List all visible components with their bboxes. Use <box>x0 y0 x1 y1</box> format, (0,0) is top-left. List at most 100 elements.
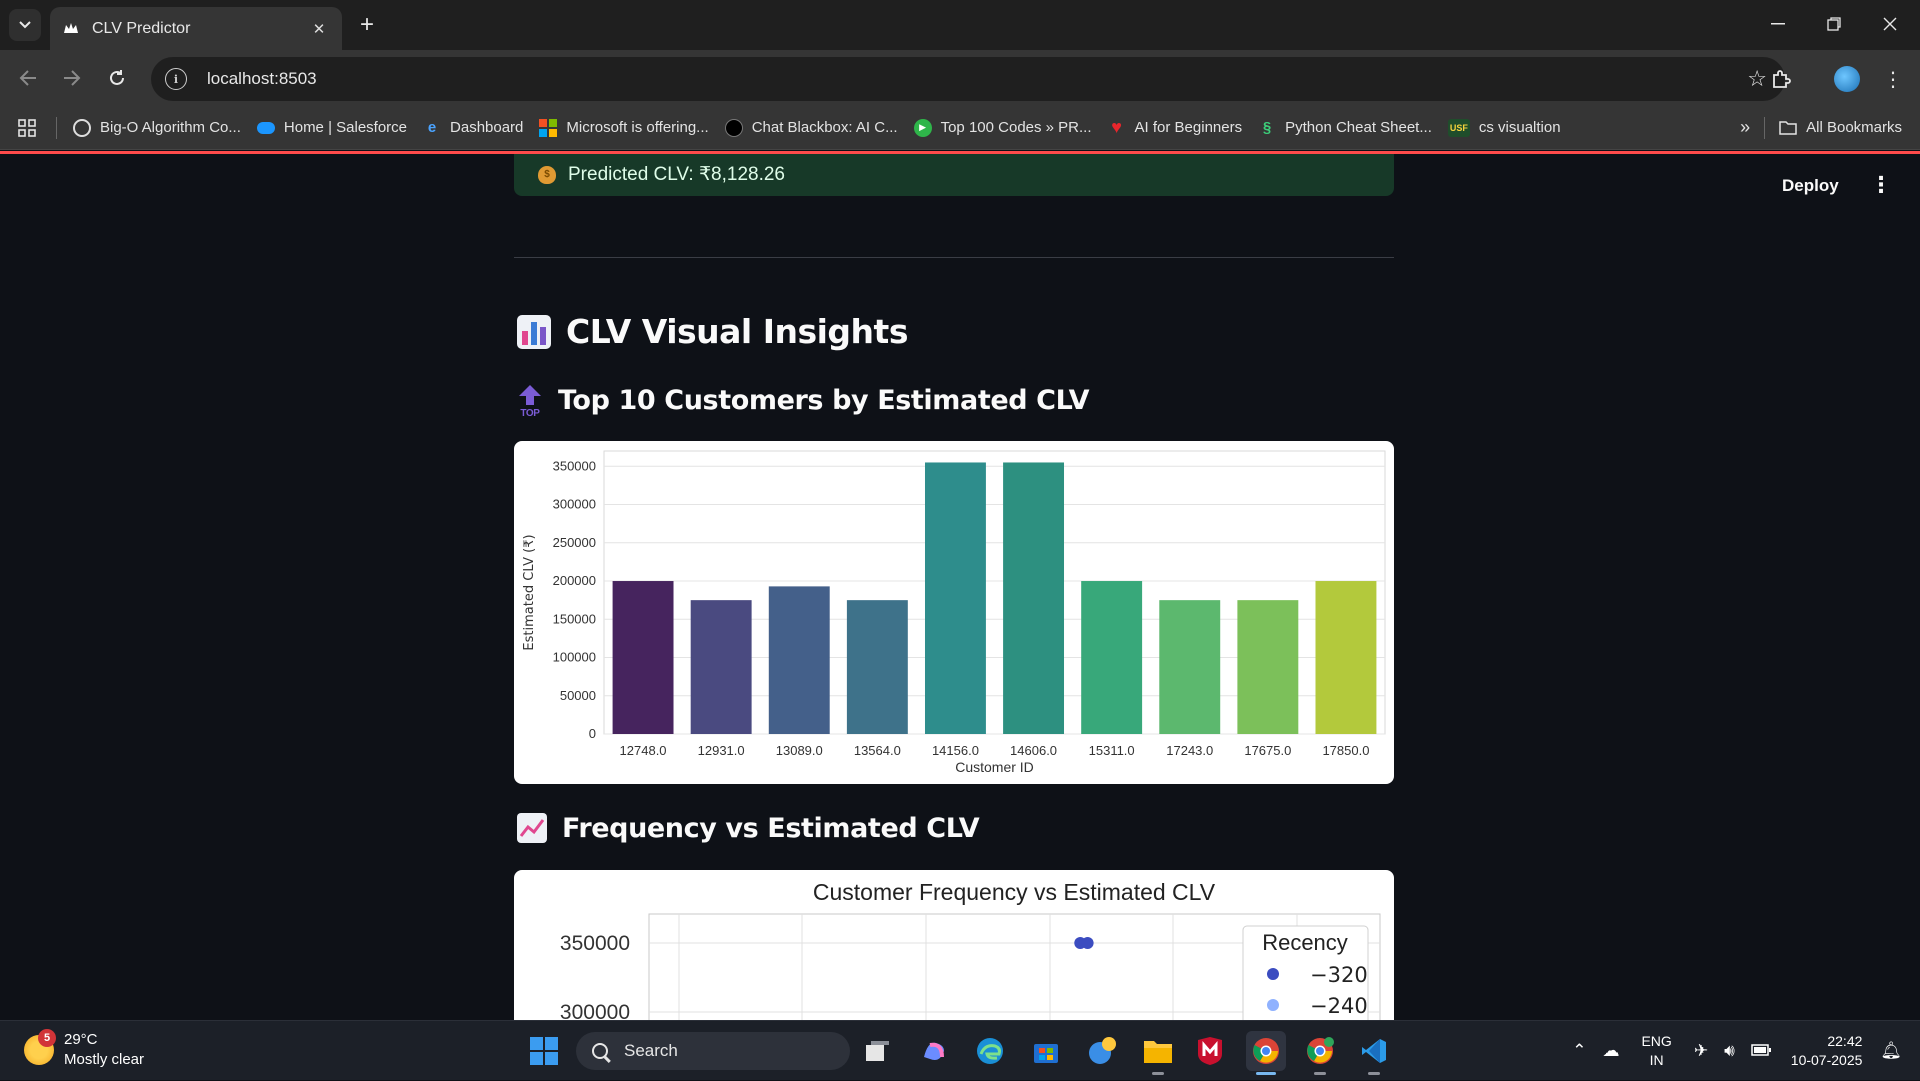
bookmark-big-o[interactable]: Big-O Algorithm Co... <box>65 112 249 144</box>
temperature: 29°C <box>64 1031 98 1048</box>
back-arrow-icon[interactable] <box>12 62 44 94</box>
y-tick-label: 200000 <box>553 573 596 588</box>
x-tick-label: 12931.0 <box>698 743 745 758</box>
bar-12748.0 <box>612 581 674 734</box>
clock-time: 22:42 <box>1827 1033 1863 1049</box>
vscode-icon[interactable] <box>1354 1031 1394 1075</box>
extensions-puzzle-icon[interactable] <box>1764 62 1798 96</box>
success-alert: $ Predicted CLV: ₹8,128.26 <box>514 154 1394 196</box>
browser-toolbar: i localhost:8503 ☆ ⋮ <box>0 50 1920 106</box>
folder-icon <box>1779 119 1797 137</box>
address-bar[interactable]: i localhost:8503 ☆ <box>151 57 1785 101</box>
bookmark-cs-visualtion[interactable]: USF cs visualtion <box>1440 112 1569 144</box>
profile-avatar[interactable] <box>1830 62 1864 96</box>
y-tick-label: 250000 <box>553 535 596 550</box>
language-code: ENG <box>1641 1033 1672 1049</box>
y-tick-label: 50000 <box>560 688 596 703</box>
onedrive-offline-icon[interactable]: ☁ <box>1602 1041 1619 1061</box>
mcafee-icon[interactable] <box>1190 1031 1230 1071</box>
y-axis-label: Estimated CLV (₹) <box>522 534 537 650</box>
chrome-active-icon[interactable] <box>1246 1031 1286 1075</box>
browser-menu-icon[interactable]: ⋮ <box>1876 62 1910 96</box>
insights-heading: CLV Visual Insights <box>516 312 908 351</box>
url-text[interactable]: localhost:8503 <box>207 69 317 89</box>
bookmark-label: Microsoft is offering... <box>566 119 709 136</box>
minimize-icon[interactable] <box>1750 0 1806 48</box>
all-bookmarks-folder[interactable]: All Bookmarks <box>1771 112 1920 144</box>
system-clock[interactable]: 22:42 10-07-2025 <box>1791 1032 1863 1070</box>
x-tick-label: 15311.0 <box>1089 743 1135 758</box>
y-tick-label: 350000 <box>553 458 596 473</box>
bookmark-top-100-codes[interactable]: ▶ Top 100 Codes » PR... <box>906 112 1100 144</box>
blackbox-icon <box>724 118 743 137</box>
task-view-icon[interactable] <box>858 1031 898 1071</box>
copilot-icon[interactable] <box>914 1031 954 1071</box>
bookmark-salesforce[interactable]: Home | Salesforce <box>249 112 415 144</box>
airplane-mode-icon[interactable]: ✈ <box>1694 1041 1708 1061</box>
y-tick-label: 300000 <box>553 497 596 512</box>
weather-badge: 5 <box>38 1029 56 1047</box>
bookmark-blackbox[interactable]: Chat Blackbox: AI C... <box>717 112 906 144</box>
svg-text:TOP: TOP <box>520 408 540 417</box>
microsoft-store-icon[interactable] <box>1026 1031 1066 1071</box>
chrome-profile-icon[interactable] <box>1300 1031 1340 1075</box>
bookmark-label: cs visualtion <box>1478 119 1561 136</box>
insights-heading-text: CLV Visual Insights <box>566 312 908 351</box>
bookmark-microsoft[interactable]: Microsoft is offering... <box>531 112 716 144</box>
volume-icon[interactable]: 🔊︎ <box>1724 1041 1735 1061</box>
weather-condition: Mostly clear <box>64 1051 145 1068</box>
bookmark-ai-beginners[interactable]: ♥ AI for Beginners <box>1100 112 1251 144</box>
input-language[interactable]: ENG IN <box>1641 1032 1671 1070</box>
x-tick-label: 13089.0 <box>776 743 823 758</box>
bookmarks-separator <box>56 116 57 139</box>
file-explorer-icon[interactable] <box>1138 1031 1178 1075</box>
reload-icon[interactable] <box>101 62 133 94</box>
scatter-chart-svg: Customer Frequency vs Estimated CLV 35000… <box>560 879 1381 1020</box>
usf-icon: USF <box>1447 118 1470 137</box>
browser-tab-strip: CLV Predictor ✕ + <box>0 0 1920 50</box>
restore-icon[interactable] <box>1806 0 1862 48</box>
taskbar-search[interactable]: Search <box>576 1032 850 1070</box>
running-indicator <box>1152 1072 1164 1075</box>
weather-widget[interactable]: 5 29°C Mostly clear <box>24 1029 145 1070</box>
close-window-icon[interactable] <box>1862 0 1918 48</box>
forward-arrow-icon[interactable] <box>56 62 88 94</box>
bookmark-label: Big-O Algorithm Co... <box>100 119 241 136</box>
tips-app-icon[interactable] <box>1082 1031 1122 1071</box>
avatar <box>1834 66 1860 92</box>
tab-clv-predictor[interactable]: CLV Predictor ✕ <box>50 7 342 50</box>
windows-taskbar: 5 29°C Mostly clear Search ⌃ ☁ ENG IN ✈ … <box>0 1020 1920 1080</box>
new-tab-button[interactable]: + <box>352 10 382 40</box>
main-menu-icon[interactable]: ⋮ <box>1870 172 1892 198</box>
frequency-heading-text: Frequency vs Estimated CLV <box>562 812 980 844</box>
start-button[interactable] <box>524 1031 564 1071</box>
bar-13089.0 <box>768 586 830 734</box>
edge-browser-icon[interactable] <box>970 1031 1010 1071</box>
legend-title: Recency <box>1262 930 1348 955</box>
salesforce-cloud-icon <box>256 121 275 134</box>
deploy-button[interactable]: Deploy <box>1782 176 1839 196</box>
x-axis-label: Customer ID <box>955 759 1034 775</box>
show-hidden-icons-chevron-icon[interactable]: ⌃ <box>1572 1041 1586 1061</box>
tab-search-button[interactable] <box>9 9 41 41</box>
site-info-icon[interactable]: i <box>165 68 187 90</box>
search-icon <box>592 1043 608 1059</box>
notifications-bell-icon[interactable]: 🔔︎ <box>1880 1041 1902 1061</box>
y-tick-label: 0 <box>589 726 596 741</box>
more-bookmarks-chevron-icon[interactable]: » <box>1732 112 1758 144</box>
frequency-heading: Frequency vs Estimated CLV <box>516 812 980 844</box>
bookmark-label: Python Cheat Sheet... <box>1285 119 1432 136</box>
divider <box>514 257 1394 258</box>
close-tab-icon[interactable]: ✕ <box>308 18 330 40</box>
bookmark-dashboard[interactable]: e Dashboard <box>415 112 531 144</box>
x-tick-label: 14606.0 <box>1010 743 1057 758</box>
bar-17675.0 <box>1237 600 1299 734</box>
scatter-title: Customer Frequency vs Estimated CLV <box>813 879 1216 905</box>
apps-grid-icon[interactable] <box>0 112 44 144</box>
battery-icon[interactable] <box>1751 1041 1771 1061</box>
bar-15311.0 <box>1081 581 1143 734</box>
bar-13564.0 <box>846 600 908 734</box>
region-code: IN <box>1649 1052 1664 1068</box>
bar-12931.0 <box>690 600 752 734</box>
bookmark-python-cheat-sheet[interactable]: § Python Cheat Sheet... <box>1250 112 1440 144</box>
